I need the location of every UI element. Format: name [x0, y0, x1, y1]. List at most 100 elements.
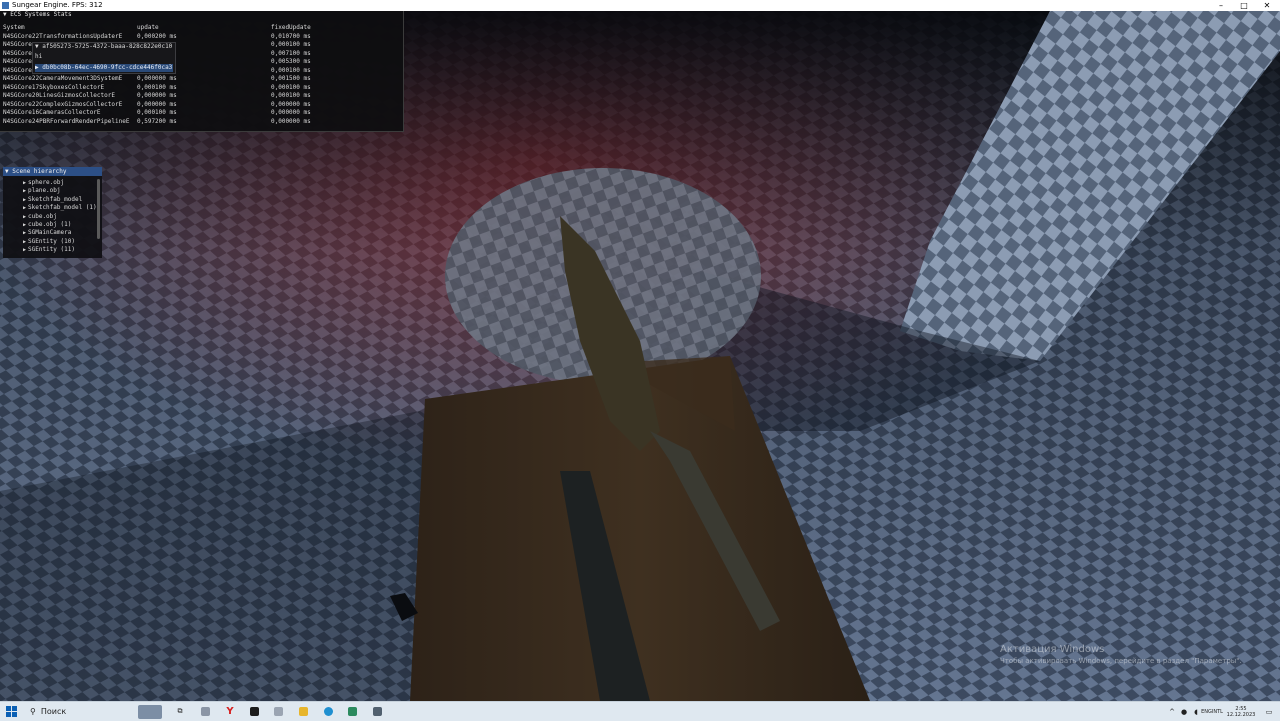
- yandex-icon: Y: [226, 706, 234, 717]
- expand-arrow-icon[interactable]: ▶: [23, 213, 26, 222]
- app-icon: [2, 2, 9, 9]
- table-row: N4SGCore17SkyboxesCollectorE 0,000100 ms 0…: [0, 84, 403, 93]
- hierarchy-item[interactable]: ▶ Sketchfab_model (1): [3, 204, 102, 212]
- taskbar-yandex[interactable]: Y: [222, 702, 238, 721]
- window-title-bar[interactable]: Sungear Engine. FPS: 312 – □ ✕: [0, 0, 1280, 11]
- collapse-arrow-icon[interactable]: ▼: [5, 168, 9, 175]
- system-name: N4SGCore24PBRForwardRenderPipelineE: [3, 117, 130, 125]
- fixed-update-time: 0,010700 ms: [271, 32, 311, 40]
- notifications-button[interactable]: ▭: [1262, 702, 1276, 721]
- taskbar-terminal[interactable]: [246, 702, 262, 721]
- search-highlight-image[interactable]: [136, 702, 164, 721]
- system-name: N4SGCore16CamerasCollectorE: [3, 109, 101, 116]
- task-view-icon: ⧉: [177, 707, 183, 715]
- update-time: 0,597200 ms: [137, 117, 177, 125]
- expand-arrow-icon[interactable]: ▶: [23, 221, 26, 230]
- expand-arrow-icon[interactable]: ▶: [23, 187, 26, 196]
- start-button[interactable]: [2, 702, 20, 721]
- ecs-panel-header[interactable]: ▼ ECS Systems Stats: [0, 11, 403, 20]
- table-row: N4SGCore22CameraMovement3DSystemE 0,00000…: [0, 75, 403, 84]
- city-thumbnail-icon: [138, 704, 162, 719]
- hierarchy-item[interactable]: ▶ sphere.obj: [3, 179, 102, 187]
- search-placeholder: Поиск: [40, 707, 67, 716]
- table-row: N4SGCore22TransformationsUpdaterE 0,00020…: [0, 33, 403, 42]
- taskbar-app-3[interactable]: [369, 702, 385, 721]
- taskbar-app-active[interactable]: [344, 702, 360, 721]
- collapse-arrow-icon[interactable]: ▼: [3, 11, 7, 18]
- taskbar-app-2[interactable]: [270, 702, 286, 721]
- selected-entity-uuid: db0bc08b-64ec-4690-9fcc-cdce446f0ca3: [42, 64, 173, 71]
- fixed-update-time: 0,001500 ms: [271, 75, 311, 82]
- taskbar-app-1[interactable]: [197, 702, 213, 721]
- table-row: N4SGCore24PBRForwardRenderPipelineE 0,597…: [0, 118, 403, 127]
- expand-arrow-icon[interactable]: ▶: [23, 238, 26, 247]
- column-fixed-update: fixedUpdate: [271, 24, 311, 31]
- fixed-update-time: 0,007100 ms: [271, 49, 311, 57]
- windows-logo-icon: [5, 706, 17, 717]
- entity-popup[interactable]: ▼ af505273-5725-4372-baaa-828c822e0c10 h…: [32, 42, 176, 74]
- task-view-button[interactable]: ⧉: [172, 702, 188, 721]
- tray-overflow-button[interactable]: ^: [1166, 702, 1178, 721]
- taskbar-edge[interactable]: [320, 702, 336, 721]
- expand-arrow-icon[interactable]: ▶: [23, 204, 26, 213]
- close-button[interactable]: ✕: [1256, 0, 1278, 11]
- expand-arrow-icon[interactable]: ▶: [23, 246, 26, 255]
- table-row: N4SGCore20LinesGizmosCollectorE 0,000000 …: [0, 92, 403, 101]
- selected-entity-row[interactable]: ▶ db0bc08b-64ec-4690-9fcc-cdce446f0ca3: [35, 64, 173, 72]
- expand-arrow-icon[interactable]: ▶: [23, 196, 26, 205]
- scene-hierarchy-panel[interactable]: ▼ Scene hierarchy ▶ sphere.obj ▶ plane.obj…: [3, 167, 102, 258]
- app-icon: [273, 707, 283, 716]
- hierarchy-item[interactable]: ▶ SGEntity (11): [3, 246, 102, 254]
- update-time: 0,000000 ms: [137, 75, 177, 82]
- system-name: N4SGCore: [3, 58, 32, 65]
- table-row: N4SGCore16CamerasCollectorE 0,000100 ms 0,…: [0, 109, 403, 118]
- app-icon: [200, 707, 210, 716]
- hierarchy-item[interactable]: ▶ SGMainCamera: [3, 229, 102, 237]
- hierarchy-item-label: SGEntity (10): [28, 237, 75, 245]
- column-system: System: [3, 24, 25, 31]
- expand-arrow-icon[interactable]: ▶: [35, 64, 39, 71]
- table-header: System update fixedUpdate: [0, 24, 403, 33]
- clock[interactable]: 2:55 12.12.2023: [1222, 702, 1260, 721]
- fixed-update-time: 0,000100 ms: [271, 66, 311, 74]
- fixed-update-time: 0,000100 ms: [271, 92, 311, 99]
- hierarchy-item[interactable]: ▶ cube.obj (1): [3, 221, 102, 229]
- language-indicator[interactable]: ENG INTL: [1201, 702, 1223, 721]
- minimize-button[interactable]: –: [1210, 0, 1232, 11]
- chevron-up-icon: ^: [1169, 707, 1175, 716]
- hierarchy-item-label: sphere.obj: [28, 179, 65, 186]
- microphone-icon[interactable]: ●: [1179, 702, 1189, 721]
- update-time: 0,000100 ms: [137, 83, 177, 91]
- entity-uuid: af505273-5725-4372-baaa-828c822e0c10: [42, 43, 173, 50]
- app-icon: [372, 707, 382, 716]
- column-update: update: [137, 24, 159, 31]
- taskbar-search[interactable]: ⚲ Поиск: [24, 702, 130, 721]
- windows-taskbar: ⚲ Поиск ⧉ Y ^ ● ◖ ENG INTL 2:55 12.12.20…: [0, 701, 1280, 721]
- search-icon: ⚲: [30, 707, 36, 716]
- table-row: N4SGCore22ComplexGizmosCollectorE 0,00000…: [0, 101, 403, 110]
- hierarchy-item-label: SGMainCamera: [28, 229, 72, 237]
- scene-hierarchy-header[interactable]: ▼ Scene hierarchy: [3, 167, 102, 176]
- fixed-update-time: 0,000100 ms: [271, 83, 311, 91]
- update-time: 0,000000 ms: [137, 92, 177, 99]
- expand-arrow-icon[interactable]: ▶: [23, 179, 26, 188]
- hierarchy-scrollbar[interactable]: [97, 179, 100, 239]
- collapse-arrow-icon[interactable]: ▼: [35, 43, 39, 50]
- terminal-icon: [249, 707, 259, 716]
- system-name: N4SGCore: [3, 49, 32, 57]
- hierarchy-item[interactable]: ▶ plane.obj: [3, 187, 102, 195]
- window-title: Sungear Engine. FPS: 312: [12, 1, 103, 9]
- hierarchy-item[interactable]: ▶ Sketchfab_model: [3, 196, 102, 204]
- update-time: 0,000000 ms: [137, 100, 177, 108]
- folder-icon: [298, 707, 308, 716]
- update-time: 0,000200 ms: [137, 32, 177, 40]
- system-name: N4SGCore17SkyboxesCollectorE: [3, 83, 105, 91]
- hierarchy-item[interactable]: ▶ cube.obj: [3, 213, 102, 221]
- hierarchy-item[interactable]: ▶ SGEntity (10): [3, 238, 102, 246]
- expand-arrow-icon[interactable]: ▶: [23, 229, 26, 238]
- entity-node[interactable]: ▼ af505273-5725-4372-baaa-828c822e0c10: [35, 43, 172, 51]
- hierarchy-item-label: Sketchfab_model: [28, 195, 83, 203]
- taskbar-file-explorer[interactable]: [295, 702, 311, 721]
- notification-icon: ▭: [1265, 707, 1273, 716]
- maximize-button[interactable]: □: [1233, 0, 1255, 11]
